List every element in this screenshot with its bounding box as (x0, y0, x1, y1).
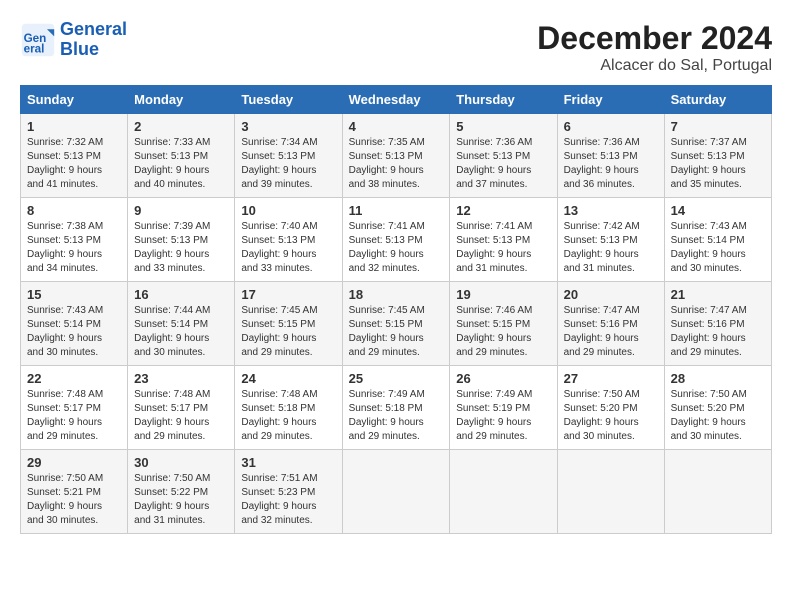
table-row: 4Sunrise: 7:35 AMSunset: 5:13 PMDaylight… (342, 114, 450, 198)
calendar-header-row: Sunday Monday Tuesday Wednesday Thursday… (21, 86, 772, 114)
location: Alcacer do Sal, Portugal (537, 57, 772, 75)
table-row: 16Sunrise: 7:44 AMSunset: 5:14 PMDayligh… (128, 282, 235, 366)
table-row: 13Sunrise: 7:42 AMSunset: 5:13 PMDayligh… (557, 198, 664, 282)
table-row: 1Sunrise: 7:32 AMSunset: 5:13 PMDaylight… (21, 114, 128, 198)
table-row: 10Sunrise: 7:40 AMSunset: 5:13 PMDayligh… (235, 198, 342, 282)
table-row: 11Sunrise: 7:41 AMSunset: 5:13 PMDayligh… (342, 198, 450, 282)
calendar-week-3: 22Sunrise: 7:48 AMSunset: 5:17 PMDayligh… (21, 366, 772, 450)
logo: Gen eral General Blue (20, 20, 127, 60)
table-row (450, 450, 557, 534)
table-row: 31Sunrise: 7:51 AMSunset: 5:23 PMDayligh… (235, 450, 342, 534)
table-row: 30Sunrise: 7:50 AMSunset: 5:22 PMDayligh… (128, 450, 235, 534)
page-header: Gen eral General Blue December 2024 Alca… (20, 20, 772, 75)
col-thursday: Thursday (450, 86, 557, 114)
table-row (664, 450, 771, 534)
svg-text:eral: eral (24, 42, 45, 55)
col-friday: Friday (557, 86, 664, 114)
table-row: 26Sunrise: 7:49 AMSunset: 5:19 PMDayligh… (450, 366, 557, 450)
table-row: 9Sunrise: 7:39 AMSunset: 5:13 PMDaylight… (128, 198, 235, 282)
table-row: 21Sunrise: 7:47 AMSunset: 5:16 PMDayligh… (664, 282, 771, 366)
table-row: 23Sunrise: 7:48 AMSunset: 5:17 PMDayligh… (128, 366, 235, 450)
table-row: 7Sunrise: 7:37 AMSunset: 5:13 PMDaylight… (664, 114, 771, 198)
table-row: 27Sunrise: 7:50 AMSunset: 5:20 PMDayligh… (557, 366, 664, 450)
calendar-week-1: 8Sunrise: 7:38 AMSunset: 5:13 PMDaylight… (21, 198, 772, 282)
table-row: 18Sunrise: 7:45 AMSunset: 5:15 PMDayligh… (342, 282, 450, 366)
table-row: 6Sunrise: 7:36 AMSunset: 5:13 PMDaylight… (557, 114, 664, 198)
table-row: 29Sunrise: 7:50 AMSunset: 5:21 PMDayligh… (21, 450, 128, 534)
table-row: 17Sunrise: 7:45 AMSunset: 5:15 PMDayligh… (235, 282, 342, 366)
table-row: 24Sunrise: 7:48 AMSunset: 5:18 PMDayligh… (235, 366, 342, 450)
title-block: December 2024 Alcacer do Sal, Portugal (537, 20, 772, 75)
logo-icon: Gen eral (20, 22, 56, 58)
col-saturday: Saturday (664, 86, 771, 114)
table-row: 3Sunrise: 7:34 AMSunset: 5:13 PMDaylight… (235, 114, 342, 198)
logo-text: General Blue (60, 20, 127, 60)
calendar-table: Sunday Monday Tuesday Wednesday Thursday… (20, 85, 772, 534)
table-row: 14Sunrise: 7:43 AMSunset: 5:14 PMDayligh… (664, 198, 771, 282)
table-row: 8Sunrise: 7:38 AMSunset: 5:13 PMDaylight… (21, 198, 128, 282)
table-row (342, 450, 450, 534)
table-row: 2Sunrise: 7:33 AMSunset: 5:13 PMDaylight… (128, 114, 235, 198)
calendar-week-0: 1Sunrise: 7:32 AMSunset: 5:13 PMDaylight… (21, 114, 772, 198)
table-row: 22Sunrise: 7:48 AMSunset: 5:17 PMDayligh… (21, 366, 128, 450)
table-row: 12Sunrise: 7:41 AMSunset: 5:13 PMDayligh… (450, 198, 557, 282)
table-row: 28Sunrise: 7:50 AMSunset: 5:20 PMDayligh… (664, 366, 771, 450)
col-wednesday: Wednesday (342, 86, 450, 114)
table-row: 20Sunrise: 7:47 AMSunset: 5:16 PMDayligh… (557, 282, 664, 366)
col-sunday: Sunday (21, 86, 128, 114)
col-monday: Monday (128, 86, 235, 114)
table-row: 15Sunrise: 7:43 AMSunset: 5:14 PMDayligh… (21, 282, 128, 366)
table-row: 19Sunrise: 7:46 AMSunset: 5:15 PMDayligh… (450, 282, 557, 366)
table-row: 25Sunrise: 7:49 AMSunset: 5:18 PMDayligh… (342, 366, 450, 450)
table-row (557, 450, 664, 534)
calendar-week-2: 15Sunrise: 7:43 AMSunset: 5:14 PMDayligh… (21, 282, 772, 366)
table-row: 5Sunrise: 7:36 AMSunset: 5:13 PMDaylight… (450, 114, 557, 198)
calendar-week-4: 29Sunrise: 7:50 AMSunset: 5:21 PMDayligh… (21, 450, 772, 534)
month-year: December 2024 (537, 20, 772, 57)
col-tuesday: Tuesday (235, 86, 342, 114)
